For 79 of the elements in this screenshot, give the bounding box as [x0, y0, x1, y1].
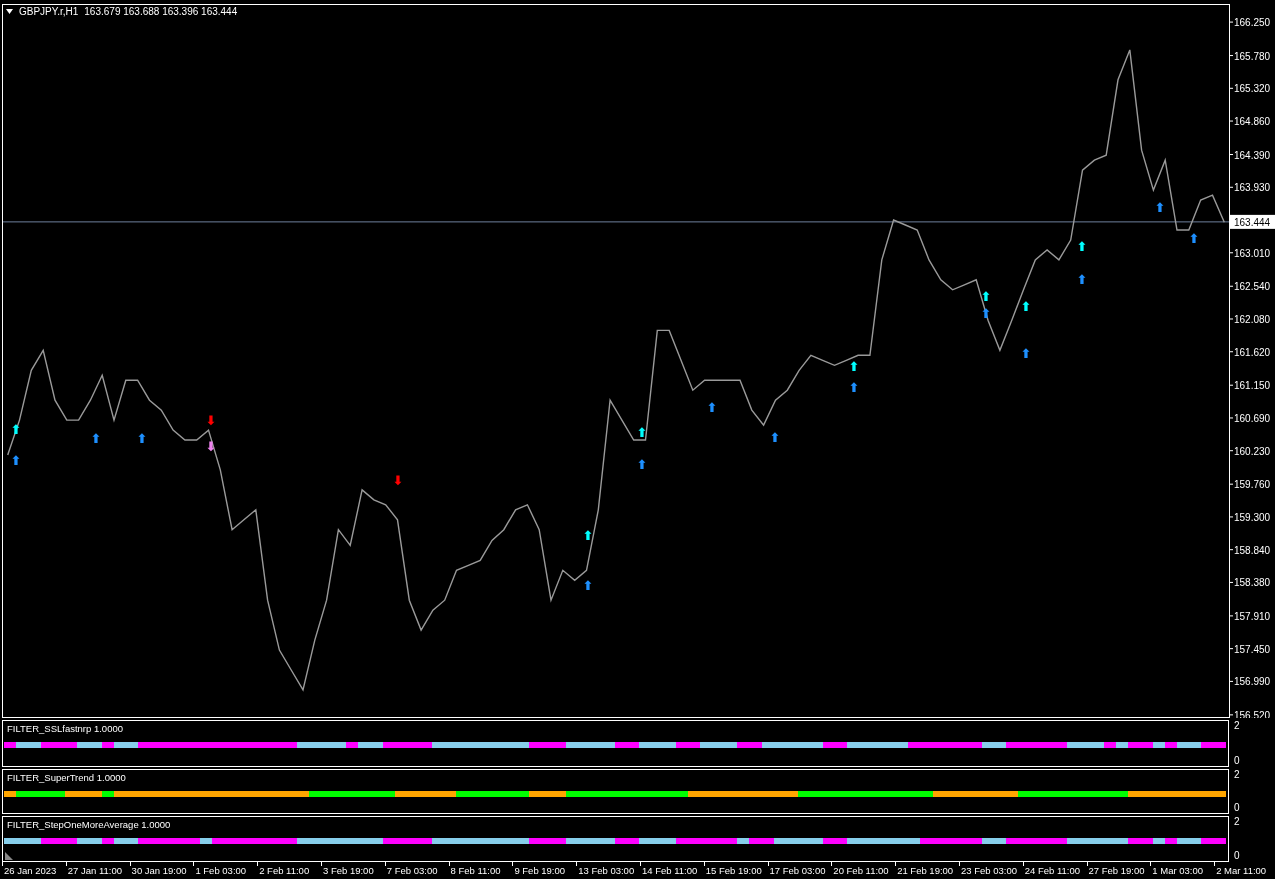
price-tick-label: 162.080: [1234, 314, 1271, 325]
price-tick-label: 161.150: [1234, 380, 1271, 392]
price-tick-label: 165.320: [1234, 83, 1271, 95]
signal-arrow: ⬆: [582, 578, 594, 593]
date-label: 9 Feb 19:00: [514, 865, 566, 877]
signal-arrow: ⬆: [582, 528, 594, 543]
price-tick-label: 163.010: [1234, 247, 1271, 259]
price-tick-label: 158.380: [1234, 577, 1271, 589]
signal-arrow: ⬆: [1020, 346, 1032, 361]
signal-arrow: ⬆: [769, 430, 781, 445]
price-tick-label: 157.450: [1234, 643, 1271, 655]
axis-tick-label: 2: [1234, 816, 1241, 828]
signal-arrow: ⬆: [848, 380, 860, 395]
signal-arrow: ⬆: [90, 431, 102, 446]
price-tick-label: 164.860: [1234, 116, 1271, 128]
price-tick-label: 156.520: [1234, 709, 1271, 718]
price-tick-label: 158.840: [1234, 544, 1271, 556]
date-label: 13 Feb 03:00: [578, 865, 635, 877]
signal-arrow: ⬆: [10, 422, 22, 437]
date-label: 27 Feb 19:00: [1088, 865, 1145, 877]
price-tick-label: 166.250: [1234, 17, 1271, 29]
date-label: 7 Feb 03:00: [386, 865, 438, 877]
signal-arrow: ⬆: [636, 457, 648, 472]
date-label: 17 Feb 03:00: [769, 865, 826, 877]
axis-tick-label: 2: [1234, 769, 1241, 781]
axis-tick-label: 0: [1234, 755, 1241, 767]
indicator-title: FILTER_SuperTrend 1.0000: [6, 771, 126, 783]
signal-arrow: ⬆: [1020, 299, 1032, 314]
signal-arrow: ⬆: [706, 400, 718, 415]
date-label: 2 Feb 11:00: [259, 865, 310, 877]
date-label: 20 Feb 11:00: [833, 865, 889, 877]
signal-arrow: ⬆: [10, 453, 22, 468]
price-tick-label: 160.690: [1234, 412, 1271, 424]
axis-tick-label: 2: [1234, 720, 1241, 732]
date-label: 26 Jan 2023: [4, 865, 57, 877]
ohlc-values: 163.679 163.688 163.396 163.444: [84, 6, 238, 17]
date-label: 27 Jan 11:00: [67, 865, 123, 877]
corner-triangle-icon: [5, 852, 13, 860]
date-label: 1 Mar 03:00: [1152, 865, 1204, 877]
date-label: 24 Feb 11:00: [1024, 865, 1081, 877]
date-label: 2 Mar 11:00: [1216, 865, 1267, 877]
current-price-label: 163.444: [1230, 214, 1275, 229]
signal-arrow: ⬆: [1188, 231, 1200, 246]
dropdown-triangle-icon[interactable]: [6, 9, 13, 14]
date-label: 21 Feb 19:00: [897, 865, 954, 877]
indicator-title: FILTER_StepOneMoreAverage 1.0000: [6, 818, 171, 830]
price-tick-label: 161.620: [1234, 346, 1271, 358]
axis-tick-label: 0: [1234, 850, 1241, 862]
signal-arrow: ⬆: [1154, 200, 1166, 215]
date-label: 8 Feb 11:00: [450, 865, 501, 877]
signal-arrow: ⬆: [980, 289, 992, 304]
indicator-title: FILTER_SSLfastnrp 1.0000: [6, 722, 123, 734]
price-tick-label: 157.910: [1234, 610, 1271, 622]
signal-arrow: ⬇: [205, 413, 217, 428]
ref-line-label: 163.444: [1234, 216, 1271, 228]
price-tick-label: 164.390: [1234, 149, 1271, 161]
date-label: 3 Feb 19:00: [323, 865, 374, 877]
signal-arrow: ⬇: [392, 473, 404, 488]
date-label: 30 Jan 19:00: [131, 865, 187, 877]
axis-tick-label: 0: [1234, 802, 1241, 814]
price-tick-label: 160.230: [1234, 445, 1271, 457]
signal-arrow: ⬆: [136, 431, 148, 446]
signal-arrow: ⬆: [1076, 239, 1088, 254]
date-label: 15 Feb 19:00: [705, 865, 762, 877]
price-tick-label: 159.300: [1234, 511, 1271, 523]
price-tick-label: 156.990: [1234, 676, 1271, 688]
signal-arrow: ⬇: [205, 439, 217, 454]
symbol-label: GBPJPY.r,H1: [19, 6, 79, 17]
date-label: 1 Feb 03:00: [195, 865, 247, 877]
signal-arrow: ⬆: [636, 425, 648, 440]
date-label: 23 Feb 03:00: [960, 865, 1017, 877]
signal-arrow: ⬆: [848, 359, 860, 374]
price-tick-label: 163.930: [1234, 182, 1271, 194]
date-label: 14 Feb 11:00: [641, 865, 698, 877]
price-tick-label: 159.760: [1234, 479, 1271, 491]
signal-arrow: ⬆: [980, 306, 992, 321]
price-tick-label: 162.540: [1234, 281, 1271, 293]
signal-arrow: ⬆: [1076, 272, 1088, 287]
price-tick-label: 165.780: [1234, 50, 1271, 62]
